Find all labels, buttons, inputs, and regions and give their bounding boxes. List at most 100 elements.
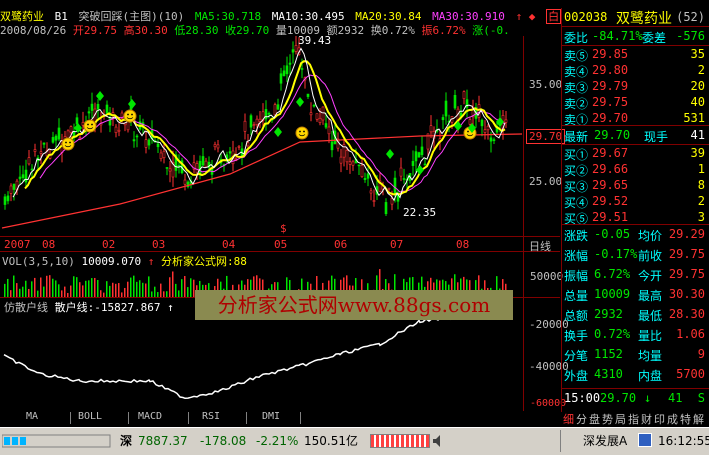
smiley-icon xyxy=(123,109,137,123)
volume-bar xyxy=(145,283,147,297)
ma10-line xyxy=(24,60,506,196)
volume-bar xyxy=(88,280,90,297)
tab-dmi[interactable]: DMI xyxy=(256,411,286,424)
candle-body xyxy=(486,125,490,131)
stat-label: 量比 xyxy=(638,329,663,343)
buy-row[interactable]: 买⑤ 29.51 3 xyxy=(564,210,707,226)
time-axis: 2007 08 02 03 04 05 06 07 08 日线 xyxy=(0,238,560,254)
candle-body xyxy=(387,187,391,190)
tab-rsi[interactable]: RSI xyxy=(196,411,226,424)
volume-bar xyxy=(85,280,87,297)
candle-body xyxy=(294,45,298,52)
quote-menu-item[interactable]: 财 xyxy=(641,411,652,427)
tab-separator xyxy=(246,412,247,424)
quote-menu-item[interactable]: 分 xyxy=(576,411,587,427)
last-price: 29.70 xyxy=(594,128,631,142)
diamond-marker xyxy=(96,91,104,101)
speaker-icon[interactable] xyxy=(432,434,444,448)
status-bar: 深 7887.37 -178.08 -2.21% 150.51亿 深发展A 16… xyxy=(0,427,709,455)
candle-body xyxy=(492,139,496,141)
stat-value: -0.05 xyxy=(594,227,631,241)
stat-value: 5700 xyxy=(676,367,705,381)
buy-row[interactable]: 买③ 29.65 8 xyxy=(564,178,707,194)
quote-menu-item[interactable]: 印 xyxy=(654,411,665,427)
sell-price: 29.75 xyxy=(592,95,629,109)
candle-body xyxy=(114,126,118,133)
quote-menu-item[interactable]: 局 xyxy=(615,411,626,427)
volume-bar xyxy=(181,279,183,297)
volume-bar xyxy=(37,290,39,297)
candle-body xyxy=(249,115,253,128)
sell-label: 卖② xyxy=(564,97,589,111)
network-status-icon[interactable] xyxy=(638,433,652,447)
indicator-header: 双鹭药业 B1 突破回踩(主图)(10) MA5:30.718 MA10:30.… xyxy=(0,8,565,24)
sell-row[interactable]: 卖② 29.75 40 xyxy=(564,95,707,111)
buy-row[interactable]: 买① 29.67 39 xyxy=(564,146,707,162)
candle-body xyxy=(258,118,262,122)
volume-bar xyxy=(160,283,162,297)
sell-row[interactable]: 卖① 29.70 531 xyxy=(564,111,707,127)
sell-price: 29.79 xyxy=(592,79,629,93)
volume-bar xyxy=(115,283,117,297)
quote-menu-item[interactable]: 盘 xyxy=(589,411,600,427)
stat-value: 2932 xyxy=(594,307,623,321)
stat-label: 涨幅 xyxy=(564,249,589,263)
volume-bar xyxy=(190,278,192,297)
candle-body xyxy=(393,177,397,194)
sell-row[interactable]: 卖④ 29.80 2 xyxy=(564,63,707,79)
volume-bar xyxy=(157,292,159,297)
tab-ma[interactable]: MA xyxy=(20,411,44,424)
diamond-marker xyxy=(386,149,394,159)
candle-body xyxy=(39,151,43,154)
candle-body xyxy=(75,117,79,125)
kline-chart-area[interactable]: 双鹭药业 B1 突破回踩(主图)(10) MA5:30.718 MA10:30.… xyxy=(0,0,569,412)
sell-row[interactable]: 卖⑤ 29.85 35 xyxy=(564,47,707,63)
release-stock[interactable]: 深发展A xyxy=(583,430,627,452)
stat-row: 涨跌 -0.05 均价 29.29 xyxy=(564,227,707,243)
time-label-3: 03 xyxy=(152,238,166,251)
sell-row[interactable]: 卖③ 29.79 20 xyxy=(564,79,707,95)
period-label[interactable]: 日线 xyxy=(529,238,551,254)
axis-separator xyxy=(523,36,524,411)
diamond-marker xyxy=(416,165,424,175)
buy-price: 29.52 xyxy=(592,194,629,208)
bai-button[interactable]: 白 xyxy=(546,9,562,24)
candle-body xyxy=(201,156,205,166)
sell-label: 卖④ xyxy=(564,65,589,79)
candle-body xyxy=(357,164,361,167)
volume-bar xyxy=(40,277,42,297)
stat-row: 换手 0.72% 量比 1.06 xyxy=(564,327,707,343)
quote-menu-item[interactable]: 指 xyxy=(628,411,639,427)
volume-bar xyxy=(91,278,93,297)
stat-label: 最高 xyxy=(638,289,663,303)
quote-menu-item[interactable]: 解 xyxy=(693,411,704,427)
candle-body xyxy=(288,62,292,65)
quote-menu-item[interactable]: 成 xyxy=(667,411,678,427)
stat-value: 29.29 xyxy=(668,227,705,241)
vol-value: 10009.070 xyxy=(81,255,142,268)
buy-row[interactable]: 买② 29.66 1 xyxy=(564,162,707,178)
stat-label: 最低 xyxy=(638,309,663,323)
sell-label: 卖③ xyxy=(564,81,589,95)
candle-body xyxy=(453,94,457,109)
quote-menu-item[interactable]: 势 xyxy=(602,411,613,427)
candle-body xyxy=(480,119,484,127)
sell-volume: 40 xyxy=(690,95,705,109)
weibi-row: 委比 -84.71% 委差 -576 xyxy=(564,29,707,45)
buy-row[interactable]: 买④ 29.52 2 xyxy=(564,194,707,210)
candle-body xyxy=(87,111,91,114)
tab-macd[interactable]: MACD xyxy=(132,411,168,424)
volume-bar xyxy=(100,290,102,297)
quote-menu-item[interactable]: 特 xyxy=(680,411,691,427)
volume-bar xyxy=(82,285,84,297)
weicha-value: -576 xyxy=(676,29,705,43)
volume-bar xyxy=(178,290,180,297)
candle-body xyxy=(108,117,112,126)
time-label-2: 02 xyxy=(102,238,116,251)
stat-value: 10009 xyxy=(594,287,631,301)
candle-body xyxy=(246,142,250,147)
quote-menu-item[interactable]: 细 xyxy=(563,411,574,427)
volume-bar xyxy=(31,281,33,297)
tab-boll[interactable]: BOLL xyxy=(72,411,108,424)
candle-body xyxy=(264,109,268,120)
